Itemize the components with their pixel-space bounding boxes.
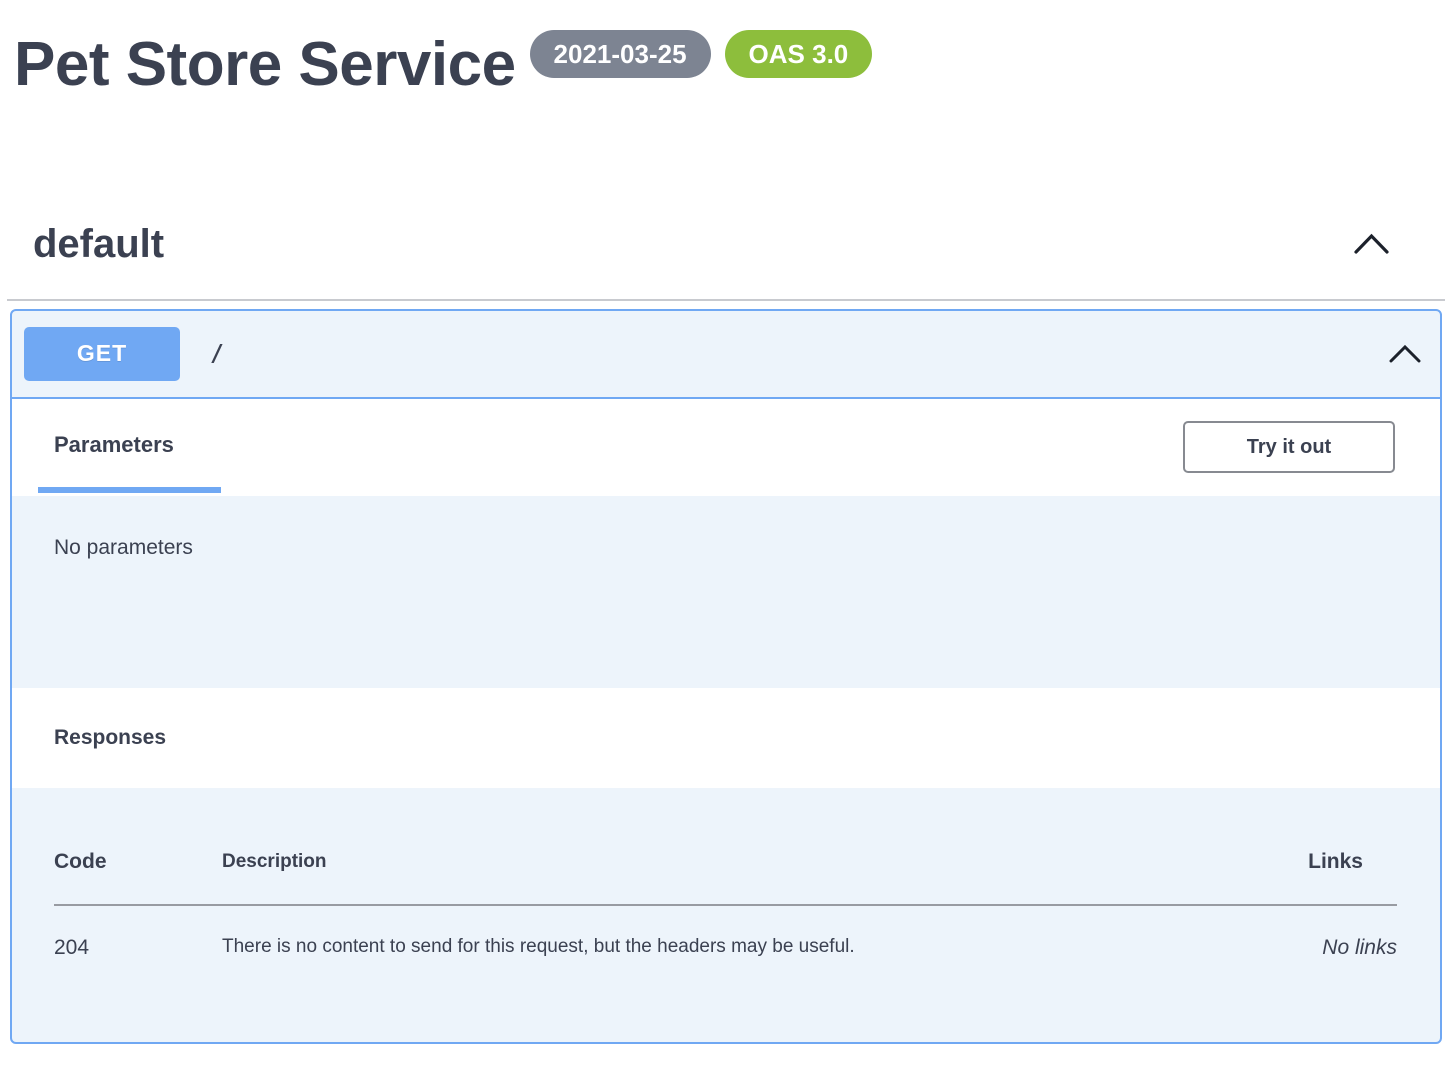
api-title: Pet Store Service [14,26,516,104]
responses-col-description: Description [222,850,1217,905]
responses-title: Responses [54,726,166,750]
api-info-header: Pet Store Service 2021-03-25 OAS 3.0 [0,0,1452,104]
active-tab-underline [38,487,221,493]
response-links: No links [1217,905,1397,960]
version-badge: 2021-03-25 [530,30,711,78]
response-code: 204 [54,905,222,960]
response-description: There is no content to send for this req… [222,905,1217,960]
http-method-badge: GET [24,327,180,381]
opblock-get-root: GET / Parameters Try it out No parameter… [10,309,1442,1044]
try-it-out-button[interactable]: Try it out [1183,421,1395,473]
no-parameters-text: No parameters [54,536,1440,560]
chevron-up-icon [1353,232,1390,256]
tab-parameters[interactable]: Parameters [38,399,190,496]
responses-table-header-row: Code Description Links [54,850,1397,905]
tag-section-title: default [33,222,164,267]
api-badges: 2021-03-25 OAS 3.0 [530,30,873,78]
responses-col-links: Links [1217,850,1397,905]
responses-section-header: Responses [12,688,1440,788]
response-row-204: 204 There is no content to send for this… [54,905,1397,960]
section-divider [7,299,1445,301]
responses-table: Code Description Links 204 There is no c… [54,850,1397,960]
oas-version-badge: OAS 3.0 [725,30,873,78]
parameters-tab-label: Parameters [38,432,190,458]
opblock-collapse-button[interactable] [1388,342,1422,366]
tag-section-header[interactable]: default [0,222,1452,267]
opblock-path: / [210,341,224,367]
opblock-summary[interactable]: GET / [12,311,1440,399]
parameters-body: No parameters [12,496,1440,688]
responses-table-container: Code Description Links 204 There is no c… [12,788,1440,1044]
responses-col-code: Code [54,850,222,905]
parameters-section-header: Parameters Try it out [12,399,1440,496]
chevron-up-icon [1388,342,1422,366]
section-collapse-button[interactable] [1353,232,1390,256]
